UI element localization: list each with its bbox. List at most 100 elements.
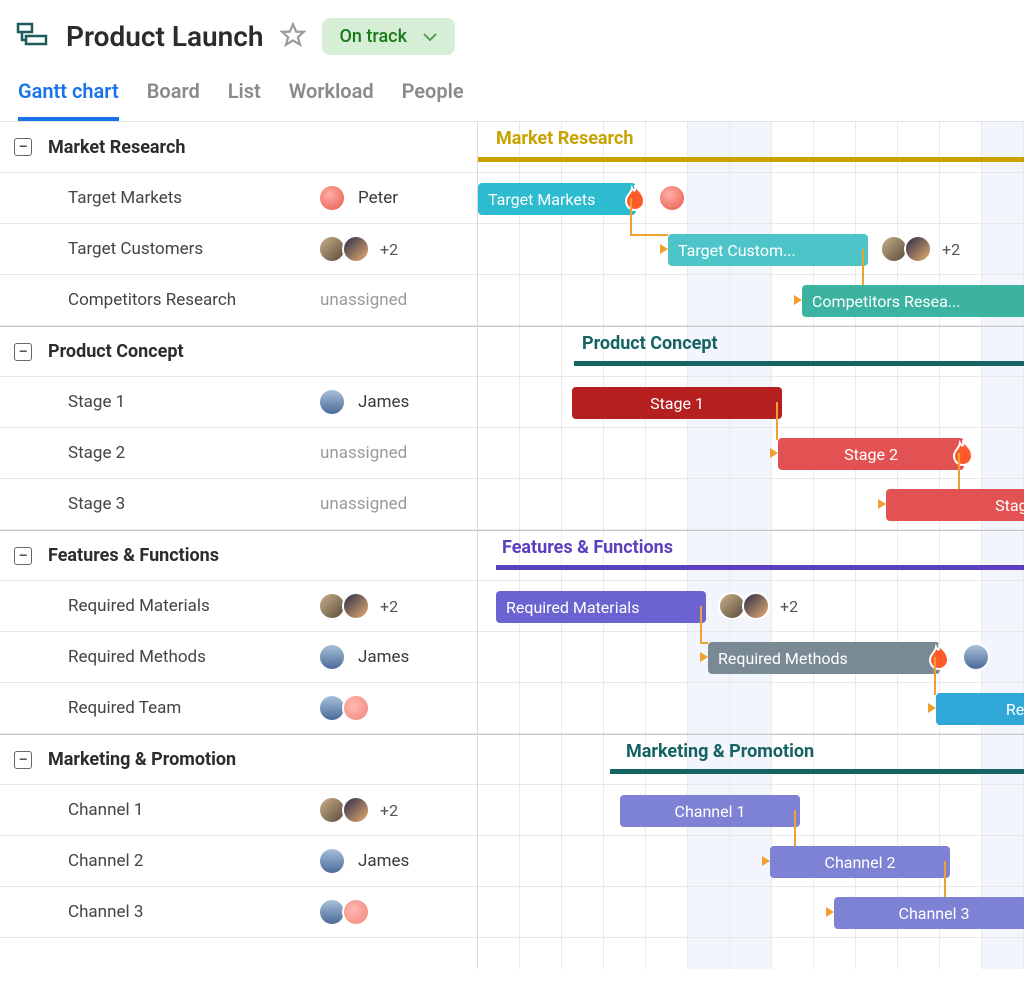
avatar[interactable] (904, 235, 932, 263)
tab-workload[interactable]: Workload (289, 79, 374, 121)
gantt-bar[interactable]: Stage 1 (572, 387, 782, 419)
task-name: Target Markets (68, 188, 318, 208)
gantt-bar-label: Target Custom... (678, 241, 796, 260)
task-row[interactable]: Stage 2unassigned (0, 428, 477, 479)
bar-assignees[interactable] (962, 643, 990, 671)
task-name: Stage 1 (68, 392, 318, 412)
assignee-name: James (358, 647, 409, 667)
group-bar-label: Market Research (496, 128, 633, 149)
avatar[interactable] (658, 184, 686, 212)
avatar[interactable] (318, 388, 346, 416)
avatar[interactable] (342, 796, 370, 824)
assignee-cell[interactable]: unassigned (318, 443, 407, 463)
collapse-toggle[interactable]: – (14, 547, 32, 565)
task-row[interactable]: Channel 2 James (0, 836, 477, 887)
group-bar[interactable] (574, 361, 1024, 366)
avatar[interactable] (342, 898, 370, 926)
assignee-cell[interactable] (318, 898, 370, 926)
status-badge[interactable]: On track (322, 18, 455, 55)
avatar[interactable] (342, 694, 370, 722)
avatar[interactable] (962, 643, 990, 671)
task-row[interactable]: Channel 3 (0, 887, 477, 938)
assignee-name: Peter (358, 188, 398, 208)
assignee-cell[interactable] (318, 694, 370, 722)
gantt-bar-label: Stage (995, 496, 1024, 515)
gantt-bar[interactable]: Stage 2 (778, 438, 964, 470)
assignee-cell[interactable]: unassigned (318, 290, 407, 310)
task-row[interactable]: Required MethodsJames (0, 632, 477, 683)
chevron-down-icon (423, 26, 437, 47)
favorite-star-icon[interactable] (280, 22, 306, 52)
avatar[interactable] (742, 592, 770, 620)
assignee-name: James (358, 392, 409, 412)
tab-people[interactable]: People (402, 79, 464, 121)
avatar[interactable] (318, 847, 346, 875)
unassigned-label: unassigned (320, 290, 407, 310)
gantt-bar[interactable]: Channel 2 (770, 846, 950, 878)
assignee-cell[interactable]: +2 (318, 592, 398, 620)
assignee-cell[interactable]: unassigned (318, 494, 407, 514)
assignee-cell[interactable]: James (318, 643, 409, 671)
unassigned-label: unassigned (320, 494, 407, 514)
group-bar-label: Product Concept (582, 333, 718, 354)
task-name: Channel 1 (68, 800, 318, 820)
gantt-bar[interactable]: Stage (886, 489, 1024, 521)
bar-assignees[interactable]: +2 (718, 592, 798, 620)
assignee-overflow-count: +2 (380, 240, 398, 259)
gantt-bar[interactable]: Required Methods (708, 642, 940, 674)
gantt-bar[interactable]: Competitors Resea... (802, 285, 1024, 317)
tab-list[interactable]: List (228, 79, 261, 121)
assignee-cell[interactable]: James (318, 847, 409, 875)
task-row[interactable]: Target Markets Peter (0, 173, 477, 224)
gantt-bar[interactable]: Channel 3 (834, 897, 1024, 929)
gantt-bar[interactable]: Target Custom... (668, 234, 868, 266)
gantt-bar-label: Channel 3 (899, 904, 970, 923)
bar-assignees[interactable]: +2 (880, 235, 960, 263)
task-row[interactable]: Target Customers+2 (0, 224, 477, 275)
gantt-bar[interactable]: Target Markets (478, 183, 636, 215)
gantt-bar-label: Channel 2 (825, 853, 896, 872)
task-name: Stage 3 (68, 494, 318, 514)
gantt-bar[interactable]: Required Materials (496, 591, 706, 623)
assignee-overflow-count: +2 (380, 801, 398, 820)
group-bar[interactable] (610, 769, 1024, 774)
group-header: –Marketing & Promotion (0, 734, 477, 785)
gantt-bar[interactable]: Requi (936, 693, 1024, 725)
unassigned-label: unassigned (320, 443, 407, 463)
task-row[interactable]: Channel 1 +2 (0, 785, 477, 836)
gantt-bar[interactable]: Channel 1 (620, 795, 800, 827)
task-row[interactable]: Required Materials+2 (0, 581, 477, 632)
task-name: Channel 2 (68, 851, 318, 871)
gantt-bar-label: Stage 2 (844, 445, 898, 464)
view-tabs: Gantt chart Board List Workload People (0, 65, 1024, 122)
task-row[interactable]: Competitors Researchunassigned (0, 275, 477, 326)
gantt-bar-label: Requi (1006, 700, 1024, 719)
collapse-toggle[interactable]: – (14, 138, 32, 156)
group-header: –Product Concept (0, 326, 477, 377)
assignee-cell[interactable]: +2 (318, 796, 398, 824)
task-row[interactable]: Stage 3unassigned (0, 479, 477, 530)
collapse-toggle[interactable]: – (14, 343, 32, 361)
avatar[interactable] (318, 184, 346, 212)
avatar[interactable] (318, 643, 346, 671)
collapse-toggle[interactable]: – (14, 751, 32, 769)
assignee-cell[interactable]: Peter (318, 184, 398, 212)
assignee-cell[interactable]: James (318, 388, 409, 416)
group-bar[interactable] (478, 157, 1024, 162)
avatar[interactable] (342, 235, 370, 263)
group-header: –Features & Functions (0, 530, 477, 581)
avatar[interactable] (342, 592, 370, 620)
task-row[interactable]: Stage 1 James (0, 377, 477, 428)
assignee-name: James (358, 851, 409, 871)
tab-board[interactable]: Board (147, 79, 200, 121)
priority-fire-icon (622, 183, 648, 213)
task-name: Competitors Research (68, 290, 318, 310)
group-bar[interactable] (496, 565, 1024, 570)
tab-gantt-chart[interactable]: Gantt chart (18, 79, 119, 121)
assignee-cell[interactable]: +2 (318, 235, 398, 263)
bar-assignees[interactable] (658, 184, 686, 212)
priority-fire-icon (950, 438, 976, 468)
assignee-overflow-count: +2 (380, 597, 398, 616)
task-row[interactable]: Required Team (0, 683, 477, 734)
assignee-overflow-count: +2 (942, 240, 960, 259)
